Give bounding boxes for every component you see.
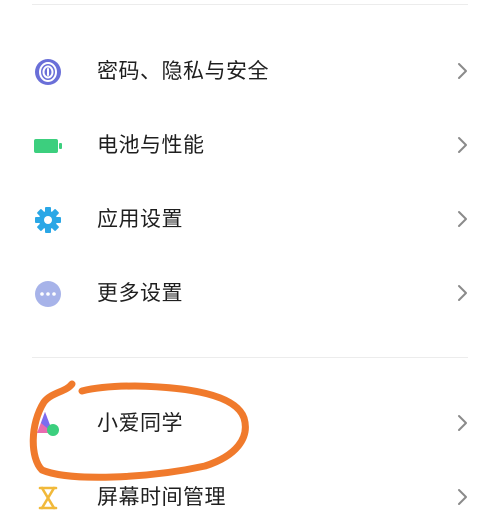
chevron-right-icon [455, 284, 471, 302]
settings-item-privacy-security[interactable]: 密码、隐私与安全 [0, 43, 500, 99]
hourglass-icon [33, 483, 63, 513]
more-dots-icon [33, 279, 63, 309]
chevron-right-icon [455, 414, 471, 432]
divider [32, 4, 468, 5]
battery-icon [33, 131, 63, 161]
settings-item-battery-performance[interactable]: 电池与性能 [0, 117, 500, 173]
settings-item-label: 应用设置 [97, 207, 183, 231]
settings-item-label: 电池与性能 [97, 133, 205, 157]
fingerprint-icon [33, 57, 63, 87]
settings-item-more-settings[interactable]: 更多设置 [0, 265, 500, 321]
settings-item-label: 密码、隐私与安全 [97, 59, 269, 83]
section-divider [32, 357, 468, 358]
settings-item-screen-time[interactable]: 屏幕时间管理 [0, 469, 500, 514]
chevron-right-icon [455, 136, 471, 154]
settings-page: 密码、隐私与安全 电池与性能 应用设置 更多设置 小爱同学 屏幕时间管理 [0, 0, 500, 514]
settings-item-xiaoai[interactable]: 小爱同学 [0, 395, 500, 451]
chevron-right-icon [455, 62, 471, 80]
settings-item-label: 小爱同学 [97, 411, 183, 435]
chevron-right-icon [455, 210, 471, 228]
settings-item-label: 屏幕时间管理 [97, 485, 226, 509]
gear-icon [33, 205, 63, 235]
settings-item-label: 更多设置 [97, 281, 183, 305]
xiaoai-icon [33, 409, 63, 439]
settings-item-app-settings[interactable]: 应用设置 [0, 191, 500, 247]
chevron-right-icon [455, 488, 471, 506]
